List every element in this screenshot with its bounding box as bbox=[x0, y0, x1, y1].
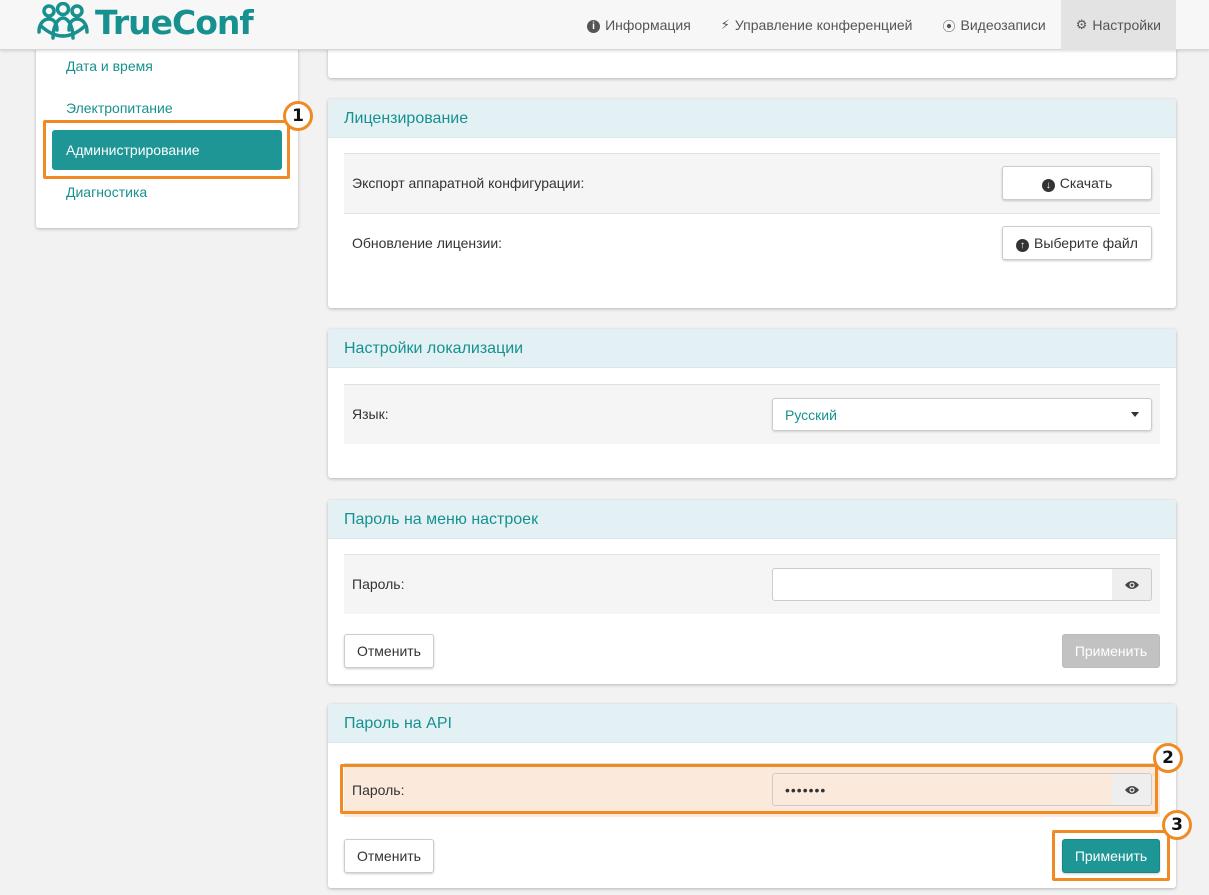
sidebar-item-administration[interactable]: Администрирование bbox=[52, 130, 282, 170]
language-row: Язык: Русский bbox=[344, 384, 1160, 444]
download-icon: ↓ bbox=[1041, 175, 1055, 192]
record-icon: ⦿ bbox=[942, 18, 956, 34]
settings-password-cancel-button[interactable]: Отменить bbox=[344, 634, 434, 668]
trueconf-logo[interactable]: TrueConf bbox=[35, 2, 254, 44]
settings-sidebar: Дата и время Электропитание Администриро… bbox=[36, 44, 298, 228]
nav-settings-label: Настройки bbox=[1092, 17, 1161, 33]
settings-password-row: Пароль: bbox=[344, 554, 1160, 614]
logo-text: TrueConf bbox=[95, 3, 254, 42]
licensing-title: Лицензирование bbox=[328, 99, 1176, 138]
language-label: Язык: bbox=[352, 406, 389, 422]
sidebar-item-diagnostics[interactable]: Диагностика bbox=[66, 184, 147, 200]
eye-icon bbox=[1124, 785, 1139, 794]
api-password-cancel-button[interactable]: Отменить bbox=[344, 839, 434, 873]
api-password-input[interactable]: ••••••• bbox=[772, 773, 1113, 806]
sidebar-item-power[interactable]: Электропитание bbox=[66, 100, 173, 116]
license-update-row: Обновление лицензии: ↑ Выберите файл bbox=[344, 213, 1160, 273]
main-nav: i Информация ⚡︎ Управление конференцией … bbox=[572, 0, 1176, 50]
step-badge-3: 3 bbox=[1162, 810, 1192, 840]
gear-icon: ⚙︎ bbox=[1075, 17, 1088, 32]
settings-password-input[interactable] bbox=[772, 568, 1113, 601]
upload-icon: ↑ bbox=[1016, 235, 1030, 252]
step-badge-1: 1 bbox=[283, 101, 313, 131]
api-password-apply-button[interactable]: Применить bbox=[1062, 839, 1160, 873]
licensing-panel: Лицензирование Экспорт аппаратной конфиг… bbox=[328, 99, 1176, 308]
language-select[interactable]: Русский bbox=[772, 398, 1152, 431]
settings-password-toggle[interactable] bbox=[1112, 568, 1152, 601]
settings-password-title: Пароль на меню настроек bbox=[328, 500, 1176, 539]
api-password-title: Пароль на API bbox=[328, 704, 1176, 743]
step-badge-2: 2 bbox=[1153, 743, 1183, 773]
api-password-panel: Пароль на API Пароль: ••••••• Отменить П… bbox=[328, 704, 1176, 888]
nav-settings[interactable]: ⚙︎ Настройки bbox=[1060, 0, 1176, 50]
language-select-value: Русский bbox=[785, 406, 837, 423]
nav-recordings[interactable]: ⦿ Видеозаписи bbox=[928, 0, 1061, 50]
nav-recordings-label: Видеозаписи bbox=[960, 17, 1046, 33]
download-button[interactable]: ↓ Скачать bbox=[1002, 166, 1152, 200]
license-update-label: Обновление лицензии: bbox=[352, 235, 503, 251]
export-config-row: Экспорт аппаратной конфигурации: ↓ Скача… bbox=[344, 153, 1160, 213]
settings-password-panel: Пароль на меню настроек Пароль: Отменить… bbox=[328, 500, 1176, 684]
eye-icon bbox=[1124, 580, 1139, 589]
localization-title: Настройки локализации bbox=[328, 329, 1176, 368]
info-circle-icon: i bbox=[587, 17, 601, 33]
choose-file-button[interactable]: ↑ Выберите файл bbox=[1002, 226, 1152, 260]
nav-info[interactable]: i Информация bbox=[572, 0, 706, 50]
api-password-row: Пароль: ••••••• bbox=[344, 763, 1160, 817]
sidebar-item-datetime[interactable]: Дата и время bbox=[66, 58, 153, 74]
choose-file-button-label: Выберите файл bbox=[1034, 235, 1138, 251]
settings-password-apply-button[interactable]: Применить bbox=[1062, 634, 1160, 668]
nav-conference-label: Управление конференцией bbox=[734, 17, 913, 33]
chevron-down-icon bbox=[1131, 412, 1139, 417]
export-config-label: Экспорт аппаратной конфигурации: bbox=[352, 175, 585, 191]
download-button-label: Скачать bbox=[1059, 175, 1113, 191]
bolt-icon: ⚡︎ bbox=[720, 17, 730, 32]
settings-password-label: Пароль: bbox=[352, 576, 405, 592]
api-password-label: Пароль: bbox=[352, 782, 405, 798]
top-navbar: TrueConf i Информация ⚡︎ Управление конф… bbox=[0, 0, 1209, 50]
logo-people-icon bbox=[37, 2, 89, 40]
nav-conference-control[interactable]: ⚡︎ Управление конференцией bbox=[706, 0, 928, 50]
localization-panel: Настройки локализации Язык: Русский bbox=[328, 329, 1176, 478]
api-password-toggle[interactable] bbox=[1112, 773, 1152, 806]
nav-info-label: Информация bbox=[605, 17, 691, 33]
